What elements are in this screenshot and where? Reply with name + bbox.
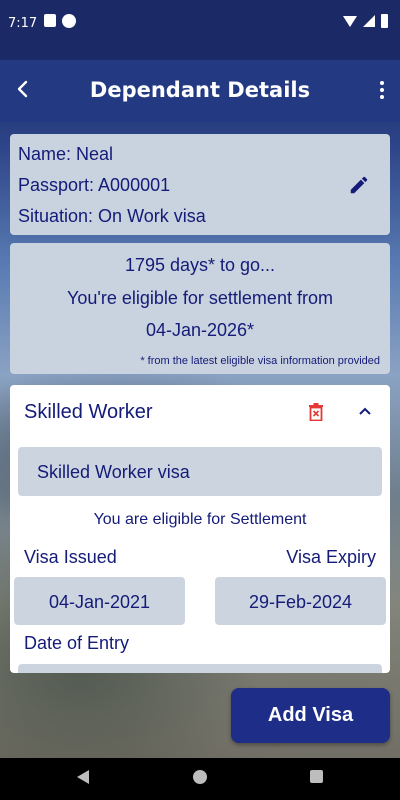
dependant-passport: Passport: A000001	[18, 175, 171, 195]
visa-type-field[interactable]: Skilled Worker visa	[18, 447, 382, 496]
wifi-icon	[343, 15, 357, 27]
chevron-up-icon	[359, 407, 371, 415]
notification-icons	[44, 14, 76, 28]
delete-icon	[309, 403, 323, 422]
visa-panel: Skilled Worker Skilled Worker visa You a…	[10, 385, 390, 673]
visa-issued-label: Visa Issued	[24, 547, 117, 567]
system-icons	[343, 14, 388, 28]
nav-back-icon[interactable]	[77, 770, 89, 784]
more-vert-icon-dot	[380, 88, 384, 92]
settlement-footnote: * from the latest eligible visa informat…	[140, 355, 380, 367]
system-nav-bar	[0, 758, 400, 800]
visa-title: Skilled Worker	[24, 401, 153, 423]
dependant-name: Name: Neal	[18, 144, 114, 164]
signal-icon	[363, 15, 375, 27]
edit-icon	[350, 176, 368, 194]
date-of-entry-field[interactable]	[18, 664, 382, 673]
page-title: Dependant Details	[89, 78, 311, 102]
visa-issued-field[interactable]: 04-Jan-2021	[14, 577, 185, 625]
dependant-info-card: Name: Neal Passport: A000001 Situation: …	[10, 134, 390, 235]
nav-recents-icon[interactable]	[310, 770, 323, 783]
battery-icon	[381, 14, 388, 28]
date-of-entry-label: Date of Entry	[24, 633, 130, 653]
days-to-go: 1795 days* to go...	[124, 255, 276, 275]
settlement-eligible-text: You're eligible for settlement from	[67, 288, 333, 308]
app-notification-icon	[62, 14, 76, 28]
sd-card-icon	[44, 14, 56, 27]
dependant-situation: Situation: On Work visa	[18, 206, 206, 226]
nav-home-icon[interactable]	[193, 770, 207, 784]
status-time: 7:17	[8, 16, 38, 31]
visa-expiry-field[interactable]: 29-Feb-2024	[215, 577, 386, 625]
more-vert-icon	[380, 81, 384, 85]
add-visa-button[interactable]: Add Visa	[231, 688, 390, 743]
delete-visa-button[interactable]	[308, 403, 324, 422]
status-bar: 7:17	[0, 0, 400, 60]
collapse-button[interactable]	[356, 403, 374, 421]
app-bar: Dependant Details	[0, 60, 400, 122]
settlement-card: 1795 days* to go... You're eligible for …	[10, 243, 390, 374]
edit-button[interactable]	[348, 174, 370, 196]
more-options-button[interactable]	[376, 78, 388, 102]
visa-expiry-label: Visa Expiry	[286, 547, 376, 567]
settlement-date: 04-Jan-2026*	[145, 320, 255, 340]
more-vert-icon-dot	[380, 95, 384, 99]
visa-eligibility-text: You are eligible for Settlement	[93, 511, 307, 528]
